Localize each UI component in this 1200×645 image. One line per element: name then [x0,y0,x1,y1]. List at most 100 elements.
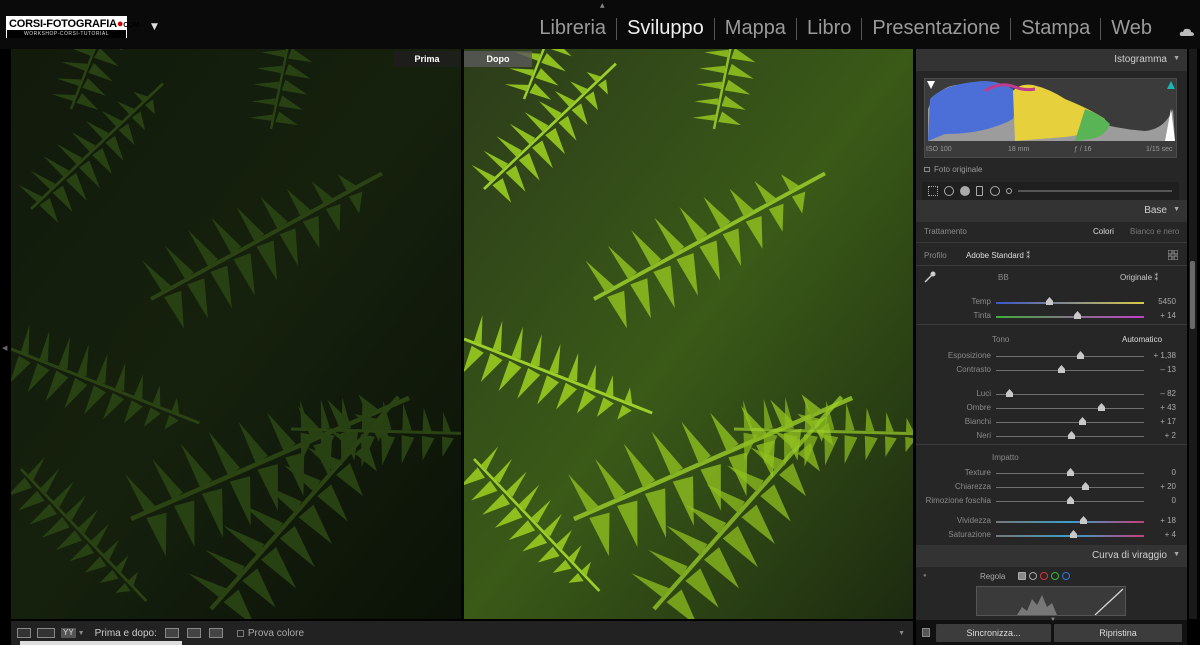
histogram-header[interactable]: Istogramma ▼ [916,49,1187,71]
spot-removal-tool-icon[interactable] [944,186,954,196]
slider-value[interactable]: + 14 [1160,311,1176,320]
slider-label: Saturazione [948,530,991,539]
reset-button[interactable]: Ripristina [1054,624,1182,642]
basic-panel-header[interactable]: Base ▼ [916,200,1187,222]
auto-tone-button[interactable]: Automatico [1122,335,1162,344]
tone-curve-header[interactable]: Curva di viraggio ▼ [916,545,1187,567]
slider-value[interactable]: 5450 [1158,297,1176,306]
red-channel-icon[interactable] [1040,572,1048,580]
slider-value[interactable]: + 2 [1165,431,1176,440]
slider-thumb[interactable] [1046,297,1054,305]
right-panel-scrollbar[interactable] [1189,49,1197,619]
white-balance-value: Originale [1120,273,1153,282]
soft-proof-checkbox[interactable] [236,629,244,637]
slider-value[interactable]: + 43 [1160,403,1176,412]
after-photo[interactable]: Dopo [464,49,913,619]
green-channel-icon[interactable] [1051,572,1059,580]
image-viewer[interactable]: Prima Dopo [11,49,913,619]
histogram[interactable] [924,78,1177,158]
copy-before-to-after-button[interactable] [164,628,179,638]
slider-row-temp: Temp 5450 [916,295,1187,309]
adjustment-brush-tool-icon[interactable] [1006,188,1012,194]
slider-thumb[interactable] [1081,482,1089,490]
before-after-mode-caret-icon[interactable]: ▼ [78,630,85,637]
module-libreria[interactable]: Libreria [529,17,616,40]
module-mappa[interactable]: Mappa [715,17,796,40]
slider-value[interactable]: 0 [1172,468,1176,477]
white-balance-picker-icon[interactable] [923,270,937,284]
treatment-bw-option[interactable]: Bianco e nero [1130,227,1179,236]
before-after-view-button[interactable] [37,628,55,638]
slider-track[interactable] [996,422,1144,423]
logo-subtitle: WORKSHOP-CORSI-TUTORIAL [7,30,126,38]
radial-filter-tool-icon[interactable] [990,186,1000,196]
slider-thumb[interactable] [1067,496,1074,504]
slider-value[interactable]: + 20 [1160,482,1176,491]
red-eye-tool-icon[interactable] [960,186,970,196]
top-panel-toggle-icon[interactable]: ▲ [600,2,605,9]
slider-thumb[interactable] [1077,351,1085,359]
blue-channel-icon[interactable] [1062,572,1070,580]
top-bar: CORSI-FOTOGRAFIA●COM WORKSHOP-CORSI-TUTO… [0,0,1200,49]
slider-track[interactable] [996,316,1144,318]
profile-browser-icon[interactable] [1168,250,1178,260]
slider-thumb[interactable] [1074,311,1082,319]
slider-value[interactable]: 0 [1172,496,1176,505]
identity-dropdown-arrow-icon[interactable]: ▼ [151,22,158,32]
cloud-sync-icon[interactable] [1179,27,1195,37]
slider-track[interactable] [996,356,1144,357]
parametric-curve-icon[interactable] [1018,572,1026,580]
slider-track[interactable] [996,394,1144,395]
treatment-color-option[interactable]: Colori [1093,227,1114,236]
before-after-mode-button[interactable]: YY [61,628,76,638]
loupe-view-button[interactable] [17,628,31,638]
slider-thumb[interactable] [1058,365,1066,373]
before-photo[interactable]: Prima [11,49,461,619]
crop-tool-icon[interactable] [928,186,938,196]
scrollbar-thumb[interactable] [1190,261,1195,329]
slider-value[interactable]: + 4 [1165,530,1176,539]
slider-value[interactable]: + 17 [1160,417,1176,426]
slider-row-vividezza: Vividezza + 18 [916,514,1187,528]
left-panel-toggle-icon[interactable]: ◀ [2,344,7,352]
slider-thumb[interactable] [1069,530,1077,538]
toolbar-menu-icon[interactable]: ▼ [898,630,905,637]
tone-section-label: Tono [992,335,1010,344]
slider-label: Esposizione [947,351,991,360]
slider-track[interactable] [996,521,1144,523]
sync-button[interactable]: Sincronizza... [936,624,1051,642]
slider-label: Neri [976,431,991,440]
module-stampa[interactable]: Stampa [1011,17,1100,40]
module-web[interactable]: Web [1101,17,1162,40]
slider-thumb[interactable] [1078,417,1086,425]
profile-select[interactable]: Adobe Standard ⁑ [966,251,1030,260]
graduated-filter-tool-icon[interactable] [976,186,983,196]
auto-sync-toggle[interactable] [922,628,930,637]
slider-value[interactable]: – 13 [1160,365,1176,374]
swap-before-after-button[interactable] [208,628,223,638]
identity-plate-logo[interactable]: CORSI-FOTOGRAFIA●COM WORKSHOP-CORSI-TUTO… [6,16,139,38]
slider-thumb[interactable] [1067,468,1074,476]
copy-after-to-before-button[interactable] [186,628,201,638]
target-adjust-icon[interactable]: ● [923,573,927,579]
bottom-panel-toggle-icon[interactable]: ▼ [1050,617,1056,623]
module-libro[interactable]: Libro [797,17,861,40]
tone-curve-graph[interactable] [976,586,1126,616]
slider-track[interactable] [996,370,1144,371]
collapse-icon: ▼ [1173,206,1180,213]
logo-text: CORSI-FOTOGRAFIA [9,18,117,30]
slider-track[interactable] [996,302,1144,304]
module-sviluppo[interactable]: Sviluppo [617,17,714,40]
slider-track[interactable] [996,487,1144,488]
slider-value[interactable]: – 82 [1160,389,1176,398]
module-presentazione[interactable]: Presentazione [862,17,1010,40]
slider-thumb[interactable] [1068,431,1076,439]
slider-value[interactable]: + 1,38 [1154,351,1176,360]
slider-track[interactable] [996,408,1144,409]
slider-thumb[interactable] [1098,403,1106,411]
point-curve-white-icon[interactable] [1029,572,1037,580]
slider-thumb[interactable] [1080,516,1088,524]
slider-thumb[interactable] [1006,389,1014,397]
slider-value[interactable]: + 18 [1160,516,1176,525]
white-balance-select[interactable]: Originale ⁑ [1120,273,1158,282]
